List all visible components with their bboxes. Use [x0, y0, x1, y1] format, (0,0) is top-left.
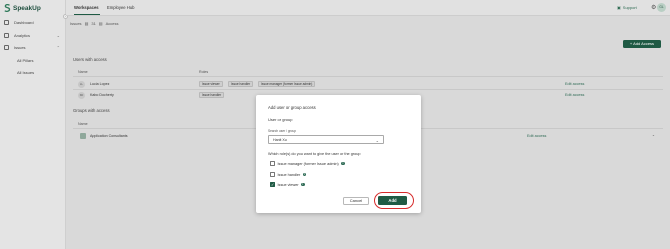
modal-title: Add user or group access	[268, 105, 316, 110]
role-chip: Issue handler	[199, 92, 225, 98]
tab-employee-hub[interactable]: Employee Hub	[107, 5, 134, 10]
search-user-group-select[interactable]: Hanit Xu ⌄	[268, 135, 384, 144]
option-label: Issue handler	[277, 172, 301, 177]
support-icon: ▣	[617, 5, 621, 10]
column-header-roles: Roles	[199, 70, 209, 74]
info-icon[interactable]: i	[341, 161, 345, 166]
users-section-title: Users with access	[73, 57, 107, 62]
analytics-icon	[4, 33, 9, 38]
issues-icon	[4, 45, 9, 50]
option-label: Issue viewer	[277, 182, 299, 187]
dashboard-icon	[4, 20, 9, 25]
modal-subtitle: User or group	[268, 117, 293, 122]
info-icon[interactable]: i	[301, 182, 305, 187]
column-header-name: Name	[78, 122, 88, 126]
breadcrumb-separator-icon: ▤	[84, 21, 89, 26]
sidebar-item-label: Analytics	[14, 33, 31, 38]
breadcrumb-current: Access	[105, 21, 119, 26]
top-bar: Workspaces Employee Hub ▣ Support ⚙ GL	[66, 0, 670, 16]
support-label: Support	[622, 5, 637, 10]
sidebar-item-issues[interactable]: Issues ⌃	[4, 45, 62, 50]
role-chip: Issue manager (former Issue admin)	[258, 81, 316, 87]
checkbox[interactable]	[270, 161, 275, 166]
avatar[interactable]: GL	[657, 3, 666, 12]
add-access-button[interactable]: + Add Access	[623, 40, 661, 48]
cancel-button[interactable]: Cancel	[343, 197, 369, 205]
edit-access-link[interactable]: Edit access	[565, 82, 584, 86]
role-chip: Issue handler	[228, 81, 254, 87]
speakup-logo-icon	[4, 4, 11, 12]
sidebar-item-dashboard[interactable]: Dashboard	[4, 20, 62, 25]
role-option-issue-handler[interactable]: Issue handler i	[270, 172, 307, 177]
breadcrumb: Issues ▤ 31 ▤ Access	[70, 21, 118, 26]
chevron-down-icon: ⌄	[375, 137, 379, 143]
sidebar-item-all-issues[interactable]: All Issues	[17, 70, 34, 75]
breadcrumb-issue-id[interactable]: 31	[91, 21, 95, 26]
user-name: Kabo Docherty	[90, 93, 114, 97]
column-header-name: Name	[78, 70, 88, 74]
app-name: SpeakUp	[13, 4, 41, 12]
sidebar: SpeakUp ‹ Dashboard Analytics ⌄ Issues ⌃…	[0, 0, 68, 249]
chevron-up-icon: ⌃	[56, 45, 60, 50]
chevron-down-icon: ⌄	[56, 33, 60, 38]
divider	[73, 76, 663, 77]
app-logo[interactable]: SpeakUp	[4, 4, 41, 12]
group-icon	[80, 133, 86, 139]
active-tab-indicator	[74, 14, 100, 16]
add-button-highlight-annotation	[374, 192, 414, 209]
divider	[73, 89, 663, 90]
roles-question: Which role(s) do you want to give the us…	[268, 152, 361, 156]
breadcrumb-issues[interactable]: Issues	[70, 21, 82, 26]
group-name: Application Consultants	[90, 134, 128, 138]
option-label: Issue manager (former Issue admin)	[277, 161, 339, 166]
search-value: Hanit Xu	[273, 138, 287, 143]
groups-section-title: Groups with access	[73, 108, 110, 113]
role-option-issue-viewer[interactable]: ✓ Issue viewer i	[270, 182, 305, 187]
checkbox-checked[interactable]: ✓	[270, 182, 275, 187]
breadcrumb-separator-icon: ▤	[98, 21, 103, 26]
sidebar-item-label: Dashboard	[14, 20, 34, 25]
sidebar-item-label: Issues	[14, 45, 26, 50]
sidebar-item-all-pillars[interactable]: All Pillars	[17, 58, 33, 63]
info-icon[interactable]: i	[302, 172, 307, 177]
support-link[interactable]: ▣ Support	[617, 5, 637, 10]
avatar: LL	[78, 81, 85, 88]
role-chip: Issue viewer	[199, 81, 223, 87]
edit-access-link[interactable]: Edit access	[565, 93, 584, 97]
chevron-down-icon[interactable]: ⌄	[652, 133, 655, 137]
search-label: Search user / group	[268, 129, 296, 133]
tab-workspaces[interactable]: Workspaces	[74, 5, 99, 10]
role-option-issue-manager[interactable]: Issue manager (former Issue admin) i	[270, 161, 345, 166]
checkbox[interactable]	[270, 172, 275, 177]
gear-icon[interactable]: ⚙	[651, 4, 656, 11]
edit-access-link[interactable]: Edit access	[527, 134, 546, 138]
user-name: Lucia Lopez	[90, 82, 110, 86]
avatar: KD	[78, 92, 85, 99]
sidebar-item-analytics[interactable]: Analytics ⌄	[4, 33, 62, 38]
